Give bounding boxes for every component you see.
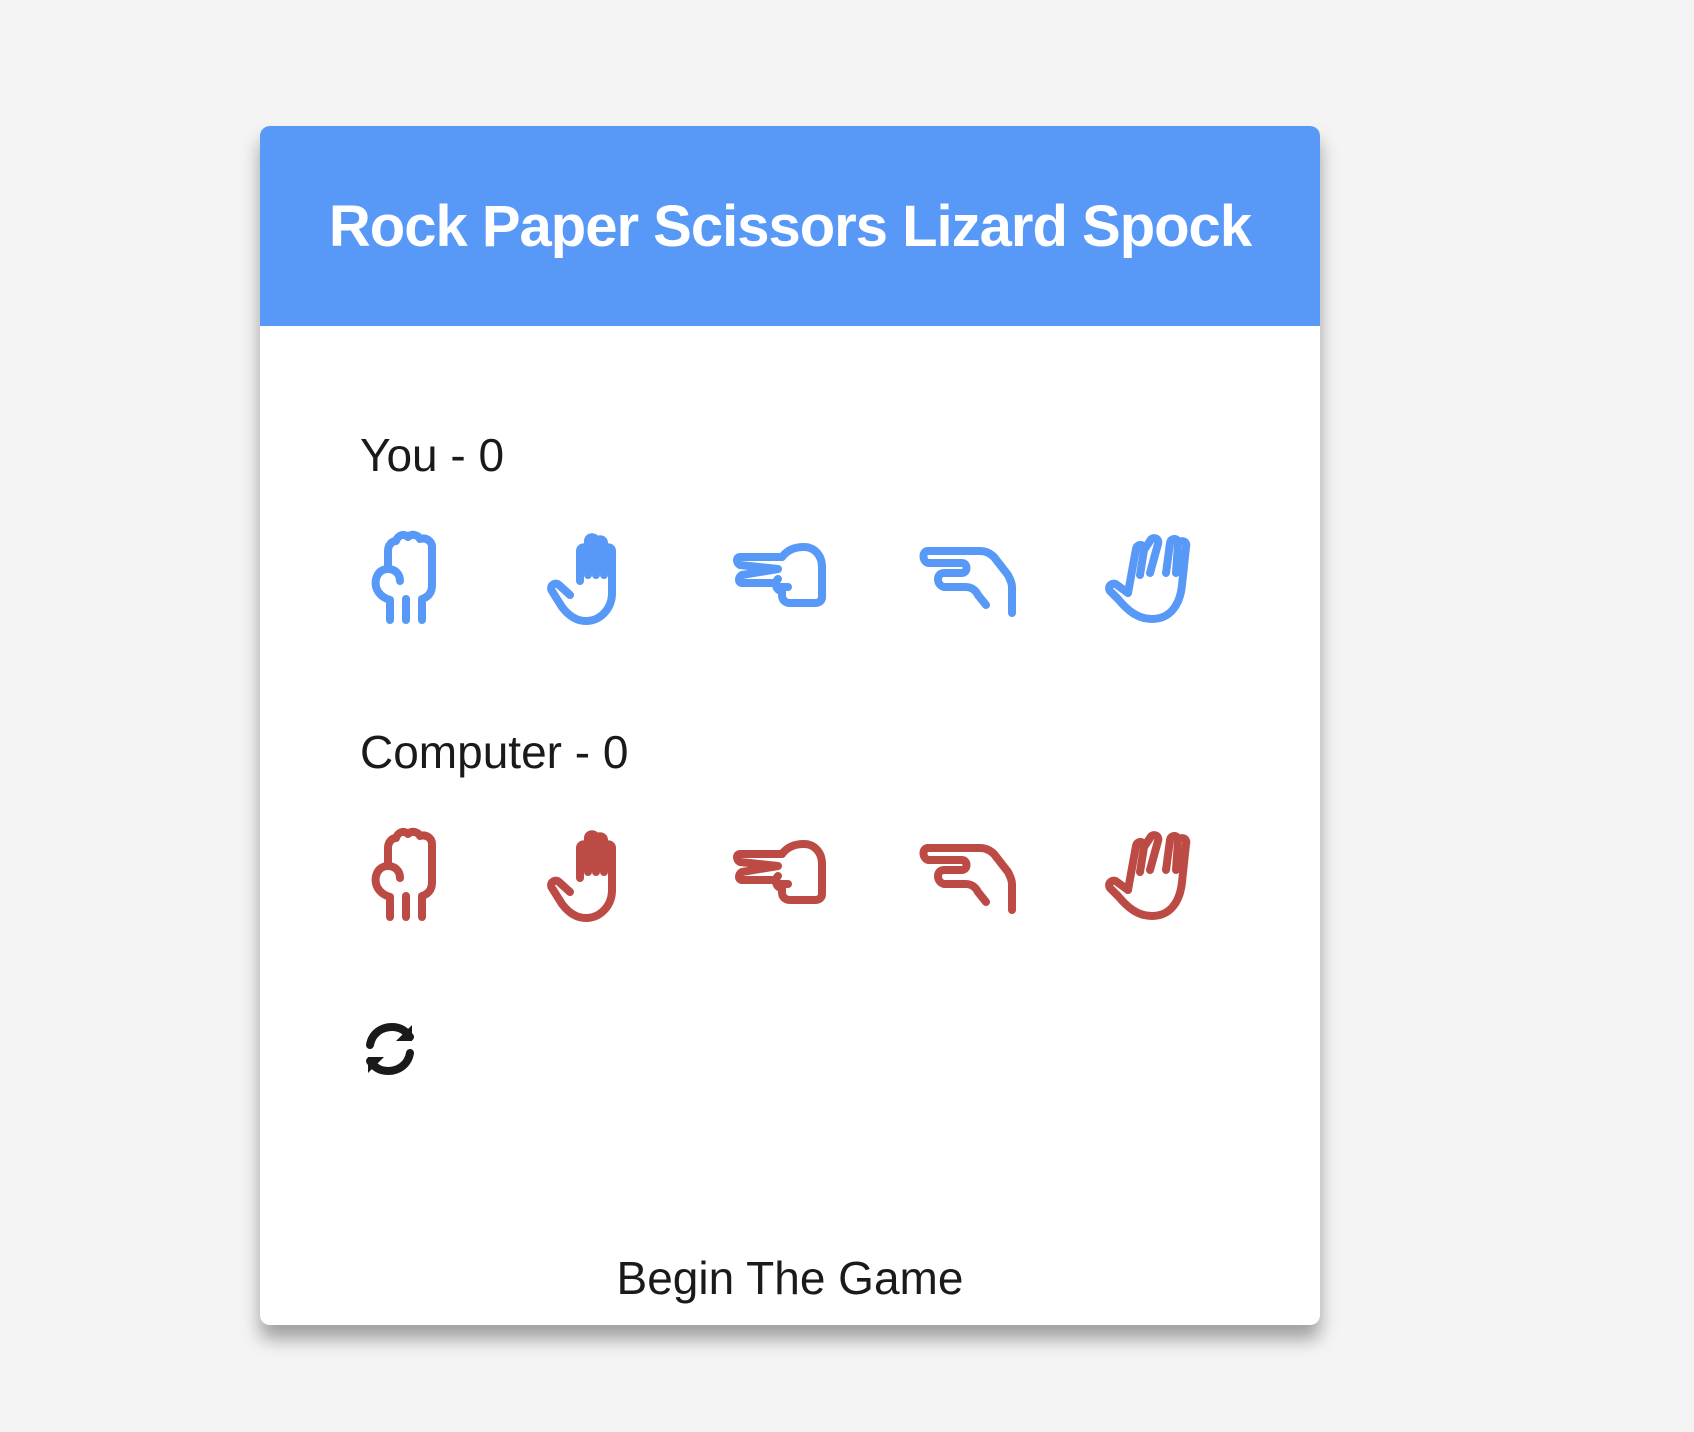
game-card: Rock Paper Scissors Lizard Spock You - 0 bbox=[260, 126, 1320, 1325]
hand-scissors-icon bbox=[733, 840, 826, 904]
hand-rock-icon bbox=[371, 530, 436, 624]
reset-button[interactable] bbox=[360, 1019, 420, 1079]
computer-score: Computer - 0 bbox=[360, 726, 629, 778]
computer-choices bbox=[360, 817, 1204, 927]
computer-rock-indicator bbox=[360, 817, 460, 927]
hand-lizard-icon bbox=[919, 547, 1016, 617]
player-paper-button[interactable] bbox=[546, 520, 646, 630]
player-rock-button[interactable] bbox=[360, 520, 460, 630]
computer-spock-indicator bbox=[1104, 817, 1204, 927]
game-header: Rock Paper Scissors Lizard Spock bbox=[260, 126, 1320, 326]
game-title: Rock Paper Scissors Lizard Spock bbox=[328, 193, 1252, 259]
hand-rock-icon bbox=[371, 827, 436, 921]
player-lizard-button[interactable] bbox=[918, 520, 1018, 630]
game-message: Begin The Game bbox=[616, 1252, 964, 1304]
refresh-icon bbox=[366, 1022, 414, 1076]
computer-lizard-indicator bbox=[918, 817, 1018, 927]
hand-spock-icon bbox=[1105, 534, 1191, 623]
player-scissors-button[interactable] bbox=[732, 520, 832, 630]
hand-scissors-icon bbox=[733, 543, 826, 607]
player-score: You - 0 bbox=[360, 429, 505, 481]
hand-spock-icon bbox=[1105, 831, 1191, 920]
computer-paper-indicator bbox=[546, 817, 646, 927]
hand-paper-icon bbox=[547, 830, 616, 922]
hand-lizard-icon bbox=[919, 844, 1016, 914]
player-choices bbox=[360, 520, 1204, 630]
player-spock-button[interactable] bbox=[1104, 520, 1204, 630]
computer-scissors-indicator bbox=[732, 817, 832, 927]
hand-paper-icon bbox=[547, 533, 616, 625]
